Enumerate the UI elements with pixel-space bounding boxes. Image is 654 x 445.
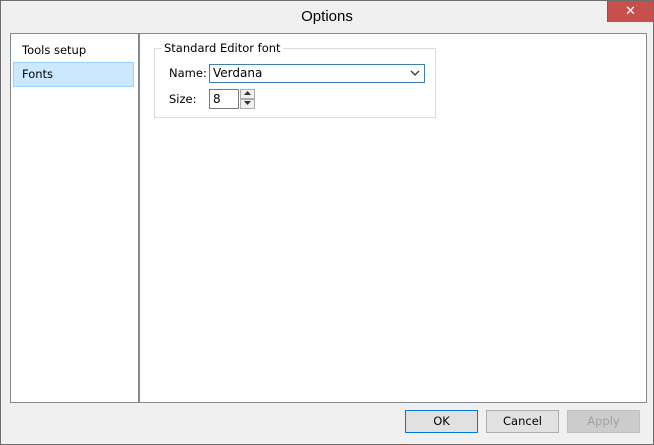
ok-button[interactable]: OK xyxy=(405,410,478,433)
close-button[interactable]: ✕ xyxy=(607,1,653,22)
nav-item-fonts[interactable]: Fonts xyxy=(13,62,134,87)
ok-button-label: OK xyxy=(433,414,450,428)
font-name-dropdown[interactable]: Verdana xyxy=(209,64,425,83)
options-category-list[interactable]: Tools setup Fonts xyxy=(10,33,139,403)
apply-button[interactable]: Apply xyxy=(567,410,640,433)
cancel-button[interactable]: Cancel xyxy=(486,410,559,433)
spin-down-button[interactable] xyxy=(240,99,255,109)
nav-item-label: Fonts xyxy=(22,67,54,81)
title-bar: Options ✕ xyxy=(1,1,653,31)
window-title: Options xyxy=(301,8,353,25)
name-label: Name: xyxy=(169,66,207,80)
nav-item-tools-setup[interactable]: Tools setup xyxy=(13,38,134,63)
font-name-value: Verdana xyxy=(213,66,263,80)
triangle-down-icon xyxy=(244,101,251,105)
apply-button-label: Apply xyxy=(587,414,620,428)
font-size-spinner xyxy=(240,89,255,109)
standard-editor-font-group: Standard Editor font Name: Verdana Size:… xyxy=(154,41,436,118)
options-dialog: Options ✕ Tools setup Fonts Standard Edi… xyxy=(0,0,654,445)
close-icon: ✕ xyxy=(625,4,636,19)
spin-up-button[interactable] xyxy=(240,89,255,99)
size-label: Size: xyxy=(169,92,197,106)
group-legend: Standard Editor font xyxy=(162,41,283,55)
triangle-up-icon xyxy=(244,91,251,95)
cancel-button-label: Cancel xyxy=(503,414,542,428)
options-content-panel: Standard Editor font Name: Verdana Size:… xyxy=(139,33,647,403)
chevron-down-icon[interactable] xyxy=(408,65,422,82)
nav-item-label: Tools setup xyxy=(22,43,87,57)
font-size-value: 8 xyxy=(213,92,221,106)
font-size-input[interactable]: 8 xyxy=(209,89,239,109)
